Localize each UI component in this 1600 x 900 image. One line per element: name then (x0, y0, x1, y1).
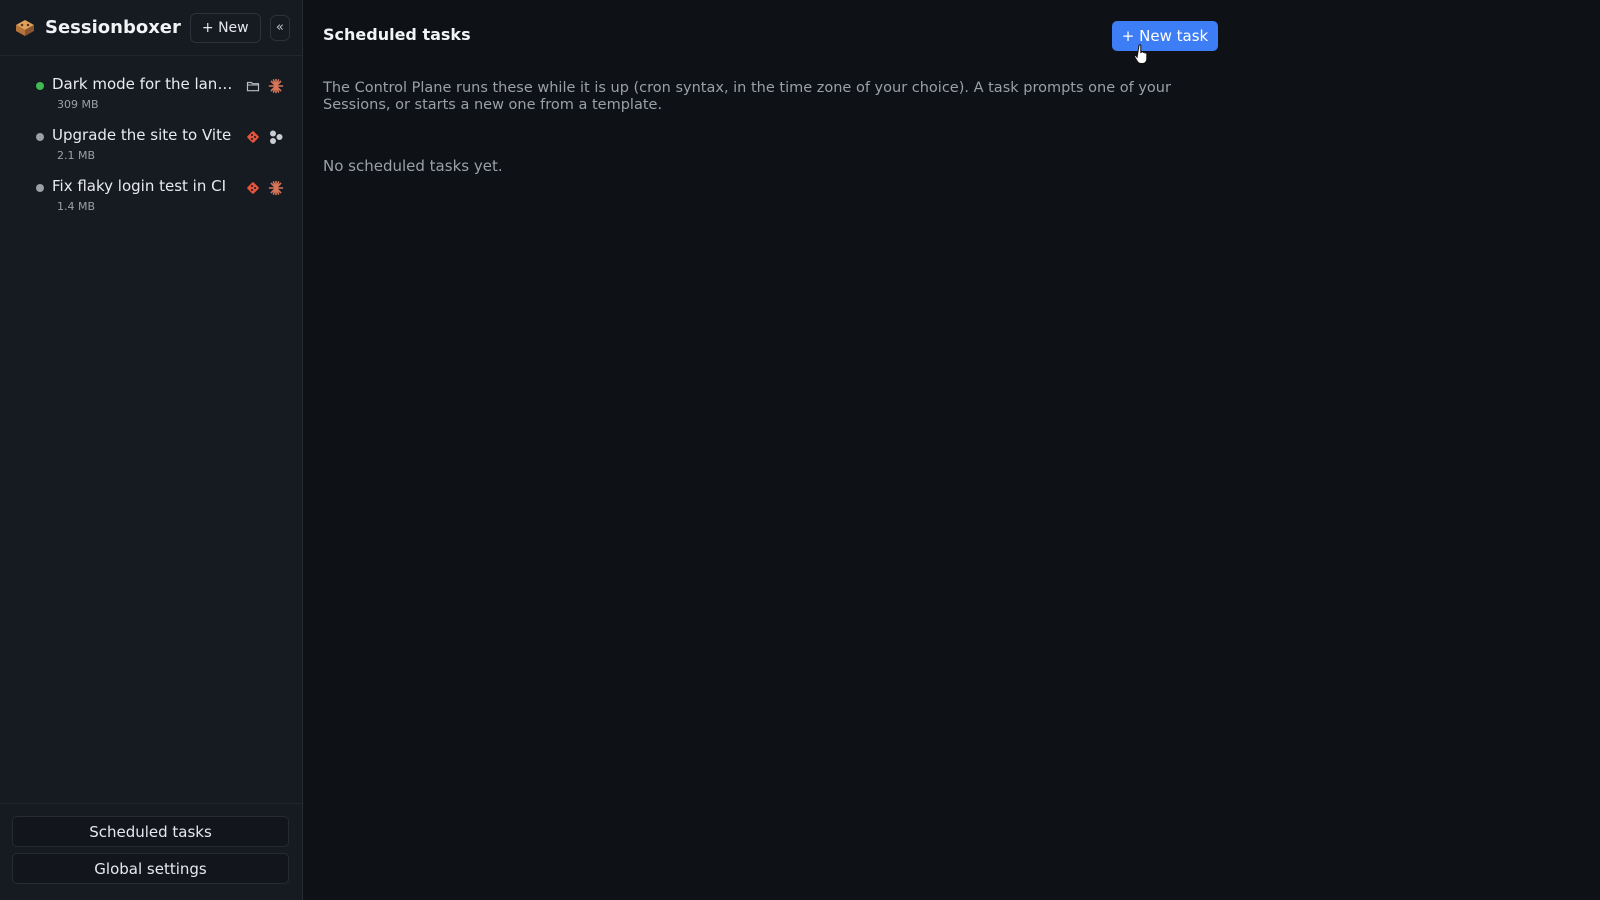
sidebar-footer: Scheduled tasks Global settings (0, 803, 302, 900)
session-item[interactable]: Upgrade the site to Vite 2.1 MB (0, 119, 302, 170)
session-list: Dark mode for the landing page 309 MB (0, 56, 302, 221)
session-title: Upgrade the site to Vite (52, 126, 232, 144)
sessionboxer-logo-icon (14, 17, 36, 39)
status-dot-idle (36, 184, 44, 192)
scheduled-tasks-button[interactable]: Scheduled tasks (12, 816, 289, 847)
app-window: Sessionboxer + New « Dark mode for the l… (0, 0, 1600, 900)
session-size: 2.1 MB (57, 149, 96, 162)
page-description: The Control Plane runs these while it is… (323, 80, 1171, 113)
sidebar-header: Sessionboxer + New « (0, 0, 302, 56)
new-session-button[interactable]: + New (189, 12, 261, 43)
session-size: 1.4 MB (57, 200, 96, 213)
pointer-cursor-icon (1133, 43, 1152, 65)
claude-burst-icon[interactable] (268, 78, 284, 94)
app-title: Sessionboxer (45, 17, 181, 38)
git-icon[interactable] (245, 180, 261, 196)
session-title: Dark mode for the landing page (52, 75, 237, 93)
new-task-button[interactable]: + New task (1112, 21, 1218, 51)
page-title: Scheduled tasks (323, 25, 471, 44)
main-content: Scheduled tasks + New task The Control P… (303, 0, 1600, 900)
sidebar: Sessionboxer + New « Dark mode for the l… (0, 0, 303, 900)
git-icon[interactable] (245, 129, 261, 145)
status-dot-active (36, 82, 44, 90)
nodes-icon[interactable] (268, 129, 284, 145)
session-item[interactable]: Dark mode for the landing page 309 MB (0, 68, 302, 119)
empty-state-message: No scheduled tasks yet. (323, 157, 503, 175)
session-item[interactable]: Fix flaky login test in CI 1.4 MB (0, 170, 302, 221)
collapse-sidebar-button[interactable]: « (269, 14, 290, 41)
folder-icon[interactable] (245, 78, 261, 94)
global-settings-button[interactable]: Global settings (12, 853, 289, 884)
session-size: 309 MB (57, 98, 99, 111)
claude-burst-icon[interactable] (268, 180, 284, 196)
status-dot-idle (36, 133, 44, 141)
session-title: Fix flaky login test in CI (52, 177, 227, 195)
